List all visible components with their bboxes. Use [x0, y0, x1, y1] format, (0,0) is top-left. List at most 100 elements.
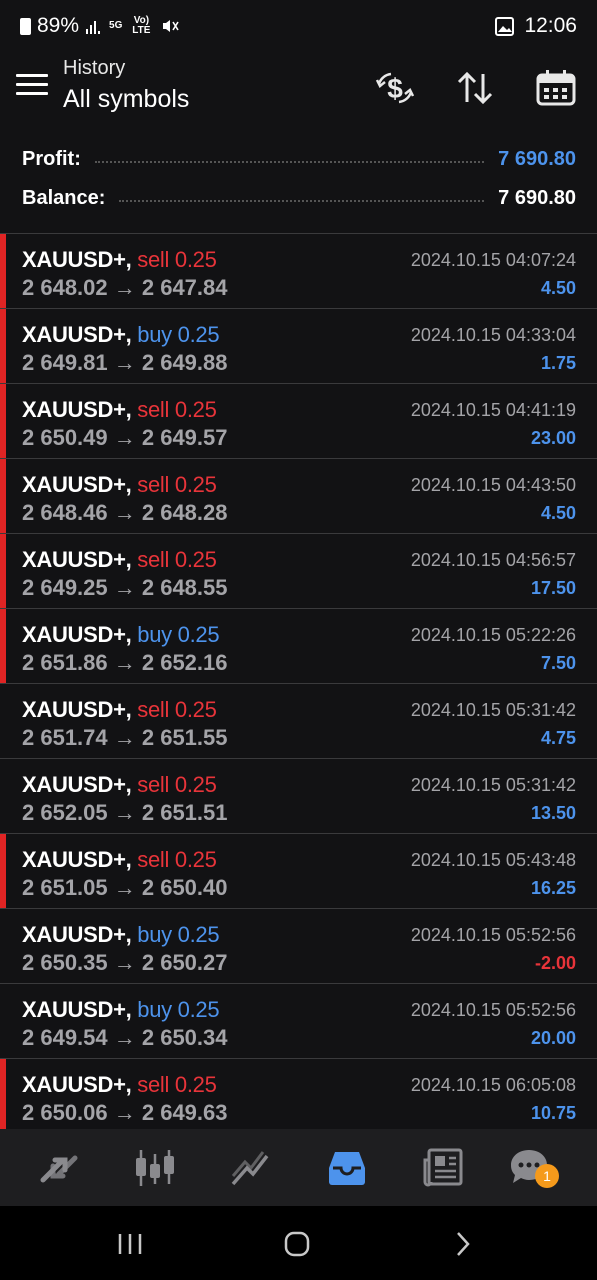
chat-badge: 1 — [535, 1164, 559, 1188]
symbol-name: XAUUSD+, — [22, 847, 132, 872]
deal-side-volume: buy 0.25 — [137, 997, 220, 1022]
symbol-name: XAUUSD+, — [22, 397, 132, 422]
deal-time: 2024.10.15 05:22:26 — [410, 625, 576, 645]
sort-icon[interactable] — [453, 68, 497, 108]
deal-row[interactable]: XAUUSD+, sell 0.25 2 652.05 → 2 651.51 202… — [0, 758, 597, 833]
deal-row[interactable]: XAUUSD+, sell 0.25 2 648.02 → 2 647.84 202… — [0, 233, 597, 308]
symbol-filter[interactable]: All symbols — [63, 85, 189, 114]
symbol-name: XAUUSD+, — [22, 922, 132, 947]
gallery-icon — [495, 16, 515, 36]
deal-prices: 2 649.81 → 2 649.88 — [22, 350, 228, 375]
symbol-name: XAUUSD+, — [22, 322, 132, 347]
deal-row[interactable]: XAUUSD+, sell 0.25 2 651.05 → 2 650.40 202… — [0, 833, 597, 908]
signal-icon — [86, 21, 101, 34]
clock: 12:06 — [524, 14, 577, 37]
back-icon[interactable] — [452, 1231, 474, 1257]
deal-prices: 2 650.06 → 2 649.63 — [22, 1100, 228, 1125]
profit-value: 7 690.80 — [498, 148, 576, 170]
deal-symbol: XAUUSD+, sell 0.25 — [22, 397, 217, 423]
deal-profit: 4.75 — [540, 728, 576, 748]
history-icon[interactable] — [325, 1146, 369, 1190]
deal-row[interactable]: XAUUSD+, sell 0.25 2 648.46 → 2 648.28 202… — [0, 458, 597, 533]
symbol-name: XAUUSD+, — [22, 697, 132, 722]
deal-row[interactable]: XAUUSD+, buy 0.25 2 649.54 → 2 650.34 2024… — [0, 983, 597, 1058]
balance-row: Balance: 7 690.80 — [0, 179, 597, 218]
trade-icon[interactable] — [229, 1146, 273, 1190]
deal-prices: 2 649.25 → 2 648.55 — [22, 575, 228, 600]
deal-prices: 2 648.02 → 2 647.84 — [22, 275, 228, 300]
deal-time: 2024.10.15 05:52:56 — [410, 1000, 576, 1020]
symbol-name: XAUUSD+, — [22, 247, 132, 272]
deal-prices: 2 651.74 → 2 651.55 — [22, 725, 228, 750]
calendar-icon[interactable] — [534, 68, 578, 108]
deal-prices: 2 652.05 → 2 651.51 — [22, 800, 228, 825]
deal-time: 2024.10.15 05:43:48 — [410, 850, 576, 870]
symbol-name: XAUUSD+, — [22, 1072, 132, 1097]
network-type: 5G — [109, 20, 123, 31]
symbol-name: XAUUSD+, — [22, 772, 132, 797]
deal-symbol: XAUUSD+, buy 0.25 — [22, 622, 220, 648]
system-nav-bar — [0, 1206, 597, 1280]
deal-profit: 10.75 — [530, 1103, 576, 1123]
deal-profit: 20.00 — [530, 1028, 576, 1048]
deal-symbol: XAUUSD+, sell 0.25 — [22, 472, 217, 498]
account-summary: Profit: 7 690.80 Balance: 7 690.80 — [0, 140, 597, 218]
deal-prices: 2 649.54 → 2 650.34 — [22, 1025, 228, 1050]
deal-time: 2024.10.15 05:31:42 — [410, 775, 576, 795]
symbol-name: XAUUSD+, — [22, 622, 132, 647]
deal-side-volume: sell 0.25 — [137, 847, 217, 872]
deal-row[interactable]: XAUUSD+, sell 0.25 2 650.06 → 2 649.63 202… — [0, 1058, 597, 1129]
deal-time: 2024.10.15 05:31:42 — [410, 700, 576, 720]
deal-profit: 13.50 — [530, 803, 576, 823]
deal-row[interactable]: XAUUSD+, sell 0.25 2 650.49 → 2 649.57 202… — [0, 383, 597, 458]
deal-side-volume: sell 0.25 — [137, 697, 217, 722]
status-bar: 89% 5G Vo) LTE 12:06 — [0, 0, 597, 52]
deal-profit: 23.00 — [530, 428, 576, 448]
deal-row[interactable]: XAUUSD+, buy 0.25 2 650.35 → 2 650.27 2024… — [0, 908, 597, 983]
deal-time: 2024.10.15 04:33:04 — [410, 325, 576, 345]
deal-symbol: XAUUSD+, sell 0.25 — [22, 247, 217, 273]
profit-label: Profit: — [22, 148, 81, 170]
deal-row[interactable]: XAUUSD+, buy 0.25 2 649.81 → 2 649.88 2024… — [0, 308, 597, 383]
deal-symbol: XAUUSD+, buy 0.25 — [22, 997, 220, 1023]
deal-symbol: XAUUSD+, sell 0.25 — [22, 772, 217, 798]
currency-exchange-icon[interactable]: $ — [373, 68, 417, 108]
deal-profit: 17.50 — [530, 578, 576, 598]
deal-prices: 2 650.49 → 2 649.57 — [22, 425, 228, 450]
home-icon[interactable] — [283, 1231, 311, 1257]
deal-side-volume: sell 0.25 — [137, 247, 217, 272]
deal-side-volume: sell 0.25 — [137, 1072, 217, 1097]
recent-apps-icon[interactable] — [116, 1232, 144, 1256]
app-bar: History All symbols $ — [0, 52, 597, 132]
status-left: 89% 5G Vo) LTE — [20, 14, 180, 38]
deal-profit: 16.25 — [530, 878, 576, 898]
page-subtitle: History — [63, 57, 126, 79]
dotted-leader — [94, 160, 485, 163]
battery-level: 89% — [37, 14, 80, 37]
symbol-name: XAUUSD+, — [22, 547, 132, 572]
deal-side-volume: sell 0.25 — [137, 397, 217, 422]
deal-symbol: XAUUSD+, sell 0.25 — [22, 847, 217, 873]
balance-label: Balance: — [22, 187, 106, 209]
symbol-name: XAUUSD+, — [22, 997, 132, 1022]
deal-symbol: XAUUSD+, sell 0.25 — [22, 697, 217, 723]
deal-row[interactable]: XAUUSD+, sell 0.25 2 649.25 → 2 648.55 202… — [0, 533, 597, 608]
deal-time: 2024.10.15 04:43:50 — [410, 475, 576, 495]
deal-profit: -2.00 — [534, 953, 576, 973]
deal-row[interactable]: XAUUSD+, sell 0.25 2 651.74 → 2 651.55 202… — [0, 683, 597, 758]
svg-text:$: $ — [387, 73, 403, 104]
deal-profit: 4.50 — [540, 278, 576, 298]
deals-list[interactable]: XAUUSD+, sell 0.25 2 648.02 → 2 647.84 202… — [0, 233, 597, 1129]
deal-profit: 4.50 — [540, 503, 576, 523]
news-icon[interactable] — [421, 1146, 465, 1190]
menu-icon[interactable] — [16, 74, 48, 100]
deal-time: 2024.10.15 04:41:19 — [410, 400, 576, 420]
quotes-icon[interactable] — [37, 1146, 81, 1190]
deal-time: 2024.10.15 04:56:57 — [410, 550, 576, 570]
deal-row[interactable]: XAUUSD+, buy 0.25 2 651.86 → 2 652.16 2024… — [0, 608, 597, 683]
deal-time: 2024.10.15 06:05:08 — [410, 1075, 576, 1095]
deal-side-volume: sell 0.25 — [137, 472, 217, 497]
deal-profit: 7.50 — [540, 653, 576, 673]
battery-icon — [20, 17, 31, 35]
chart-icon[interactable] — [133, 1146, 177, 1190]
